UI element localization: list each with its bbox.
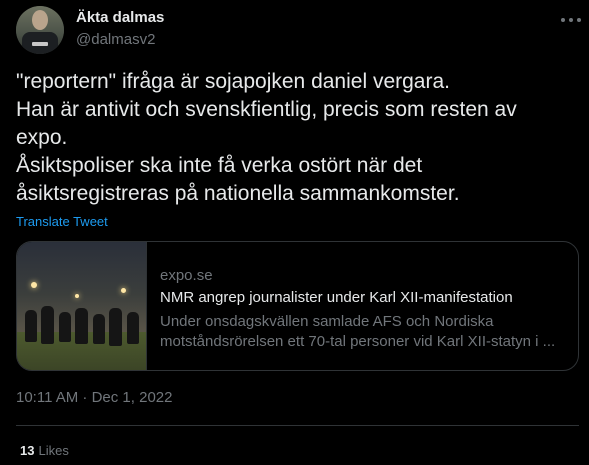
link-card-image (17, 242, 147, 370)
likes-count: 13 (20, 443, 35, 458)
avatar-shirt-print (32, 42, 48, 46)
tweet-timestamp[interactable]: 10:11 AM · Dec 1, 2022 (16, 389, 172, 406)
divider (16, 425, 579, 426)
tweet: Äkta dalmas @dalmasv2 "reportern" ifråga… (0, 0, 589, 465)
likes-label: Likes (38, 443, 69, 458)
author-display-name[interactable]: Äkta dalmas (76, 9, 164, 26)
card-image-person (127, 312, 139, 344)
translate-tweet-link[interactable]: Translate Tweet (16, 214, 108, 229)
card-image-person (75, 308, 88, 344)
link-card-description-line: Under onsdagskvällen samlade AFS och Nor… (160, 313, 494, 330)
tweet-line: Han är antivit och svenskfientlig, preci… (16, 98, 517, 121)
more-dot (569, 18, 573, 22)
card-image-person (109, 308, 122, 346)
more-options-icon[interactable] (561, 12, 581, 28)
avatar[interactable] (16, 6, 64, 54)
avatar-head (32, 10, 48, 30)
tweet-line: Åsiktspoliser ska inte få verka ostört n… (16, 154, 423, 177)
more-dot (577, 18, 581, 22)
card-image-person (59, 312, 71, 342)
card-image-person (93, 314, 105, 344)
link-card-title: NMR angrep journalister under Karl XII-m… (160, 289, 513, 306)
link-card-description: Under onsdagskvällen samlade AFS och Nor… (160, 312, 570, 352)
tweet-line: åsiktsregistreras på nationella sammanko… (16, 182, 460, 205)
tweet-line: expo. (16, 126, 68, 149)
link-card[interactable]: expo.se NMR angrep journalister under Ka… (16, 241, 579, 371)
likes-link[interactable]: 13 Likes (20, 443, 69, 458)
author-handle[interactable]: @dalmasv2 (76, 31, 155, 48)
card-image-light (121, 288, 126, 293)
card-image-light (31, 282, 37, 288)
link-card-domain: expo.se (160, 267, 213, 284)
card-image-person (41, 306, 54, 344)
more-dot (561, 18, 565, 22)
tweet-text: "reportern" ifråga är sojapojken daniel … (16, 68, 581, 208)
card-image-light (75, 294, 79, 298)
link-card-description-line: motståndsrörelsen ett 70-tal personer vi… (160, 333, 556, 350)
card-image-person (25, 310, 37, 342)
tweet-line: "reportern" ifråga är sojapojken daniel … (16, 70, 450, 93)
